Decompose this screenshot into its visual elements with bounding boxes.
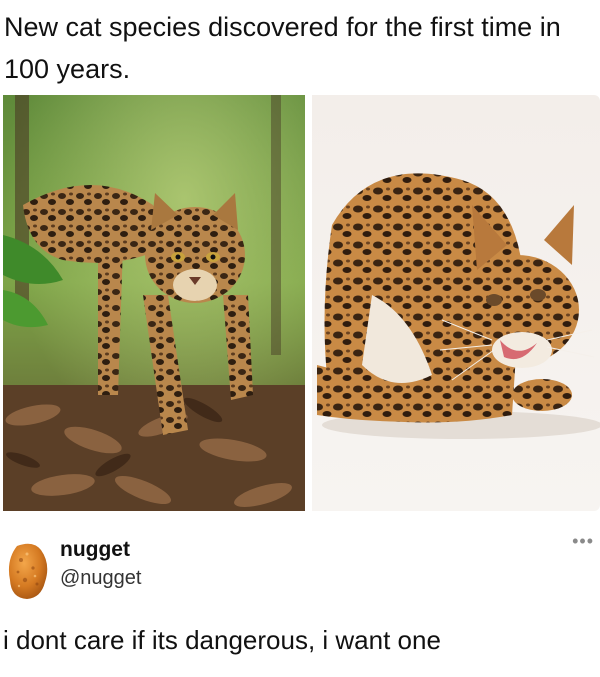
- chicken-nugget-avatar[interactable]: [7, 542, 49, 600]
- avatar-icon: [8, 543, 48, 599]
- more-options-icon[interactable]: •••: [572, 532, 594, 550]
- ocelot-studio-image: [312, 95, 600, 511]
- photo-grid: [0, 95, 600, 511]
- tweet-text: i dont care if its dangerous, i want one: [3, 625, 441, 655]
- tweet: nugget @nugget ••• i dont care if its da…: [0, 530, 600, 677]
- post-headline: New cat species discovered for the first…: [4, 12, 561, 84]
- ocelot-forest-photo[interactable]: [3, 95, 305, 511]
- display-name[interactable]: nugget: [60, 538, 130, 562]
- user-handle[interactable]: @nugget: [60, 567, 141, 590]
- ocelot-studio-photo[interactable]: [312, 95, 600, 511]
- ocelot-forest-image: [3, 95, 305, 511]
